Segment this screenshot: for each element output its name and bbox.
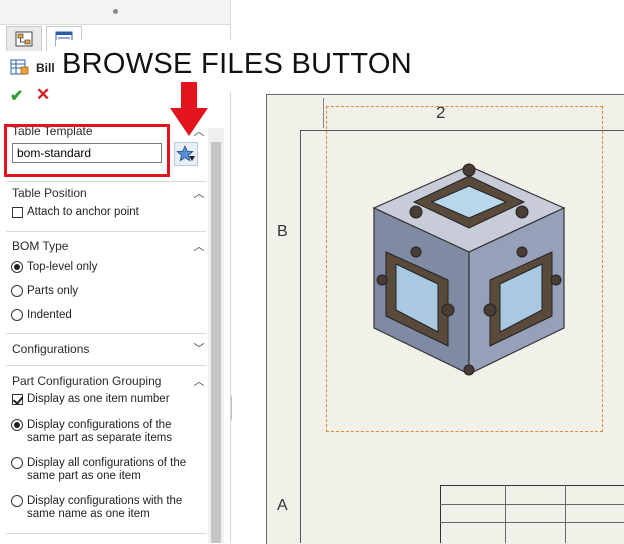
annotation-highlight-box: [4, 124, 170, 177]
option-label-all-one-line2: same part as one item: [27, 470, 141, 482]
zone-divider-line: [323, 98, 324, 128]
bom-table-icon: [10, 59, 29, 75]
display-one-item-checkbox[interactable]: [12, 394, 23, 405]
section-title-configurations: Configurations: [12, 342, 90, 356]
section-divider: [6, 333, 206, 334]
cube-assembly-model[interactable]: [356, 160, 582, 382]
attach-anchor-checkbox[interactable]: [12, 207, 23, 218]
radio-indented[interactable]: [11, 309, 23, 321]
annotation-banner-text: BROWSE FILES BUTTON: [62, 48, 412, 80]
title-block: [440, 485, 624, 543]
section-divider: [6, 181, 206, 182]
section-title-table-position: Table Position: [12, 186, 87, 200]
panel-title: Bill: [36, 61, 55, 75]
radio-parts-only[interactable]: [11, 285, 23, 297]
title-block-line: [505, 485, 506, 543]
feature-tree-icon: [15, 31, 33, 47]
option-label-all-one-line1: Display all configurations of the: [27, 457, 187, 469]
browse-files-button[interactable]: [174, 142, 198, 166]
title-block-line: [440, 522, 624, 523]
radio-same-name-one-item[interactable]: [11, 495, 23, 507]
title-block-line: [565, 485, 566, 543]
section-divider: [6, 365, 206, 366]
section-title-bom-type: BOM Type: [12, 239, 69, 253]
option-label-separate-line2: same part as separate items: [27, 432, 173, 444]
option-label-separate-line1: Display configurations of the: [27, 419, 172, 431]
title-block-line: [440, 504, 624, 505]
panel-scrollbar-thumb[interactable]: [211, 142, 221, 543]
chevron-down-icon[interactable]: ﹀: [192, 340, 206, 356]
chevron-up-icon[interactable]: ︿: [192, 238, 206, 254]
panel-grip-dot[interactable]: [113, 9, 118, 14]
check-icon: ✔: [10, 88, 24, 105]
zone-label-a: A: [277, 497, 288, 514]
option-label-same-name-line2: same name as one item: [27, 508, 150, 520]
section-divider: [6, 231, 206, 232]
attach-anchor-label: Attach to anchor point: [27, 206, 139, 218]
option-label-parts-only: Parts only: [27, 285, 79, 297]
zone-label-b: B: [277, 223, 288, 240]
option-label-indented: Indented: [27, 309, 72, 321]
chevron-up-icon[interactable]: ︿: [192, 185, 206, 201]
browse-star-icon: [176, 144, 195, 162]
radio-all-config-one-item[interactable]: [11, 457, 23, 469]
cancel-button[interactable]: ✕: [36, 85, 50, 105]
section-divider: [6, 533, 206, 534]
display-one-item-label: Display as one item number: [27, 393, 170, 405]
option-label-top-level: Top-level only: [27, 261, 98, 273]
ok-button[interactable]: ✔: [10, 86, 23, 106]
down-arrow-icon: [170, 82, 208, 136]
close-icon: ✕: [36, 85, 51, 104]
option-label-same-name-line1: Display configurations with the: [27, 495, 183, 507]
tab-feature-manager[interactable]: [6, 26, 42, 51]
radio-config-separate-items[interactable]: [11, 419, 23, 431]
section-title-part-config-grouping: Part Configuration Grouping: [12, 374, 162, 388]
chevron-up-icon[interactable]: ︿: [192, 373, 206, 389]
radio-top-level-only[interactable]: [11, 261, 23, 273]
